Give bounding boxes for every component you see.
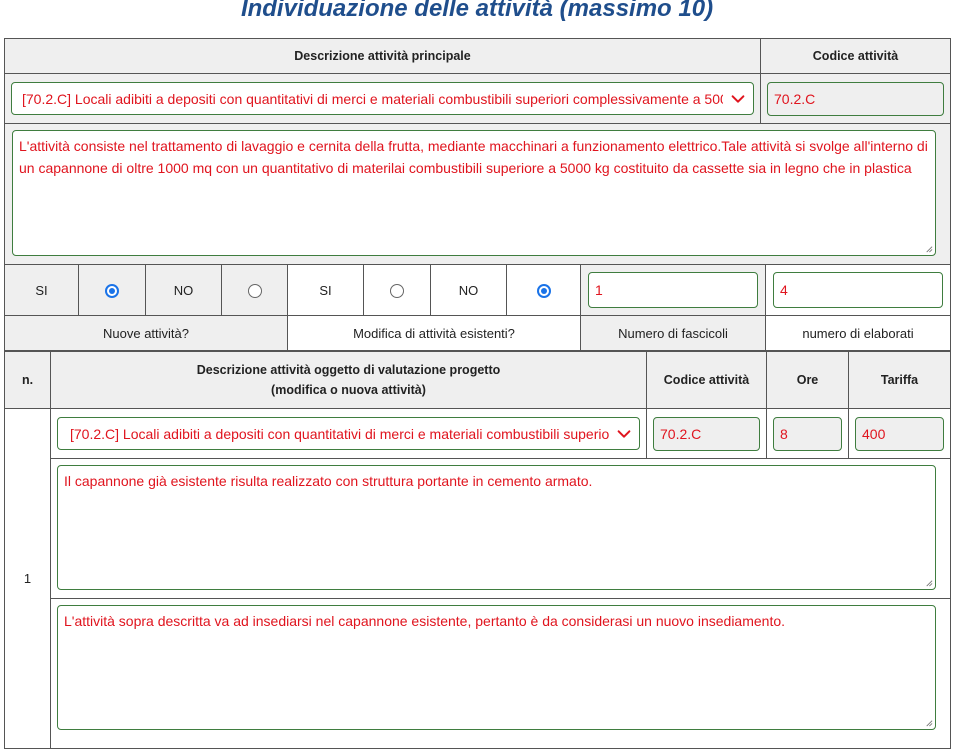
row-description-text-1: Il capannone già esistente risulta reali…	[64, 473, 593, 489]
description-header-line2: (modifica o nuova attività)	[271, 383, 426, 397]
main-activity-table: Descrizione attività principale Codice a…	[4, 38, 951, 265]
row-description-textarea-2[interactable]: L'attività sopra descritta va ad insedia…	[57, 605, 936, 730]
resize-handle-icon[interactable]	[924, 244, 933, 253]
main-description-textarea[interactable]: L'attività consiste nel trattamento di l…	[12, 130, 936, 256]
resize-handle-icon[interactable]	[924, 578, 933, 587]
nuove-no-radio[interactable]	[247, 283, 262, 298]
modifica-si-radio[interactable]	[390, 283, 404, 298]
main-activity-select[interactable]: [70.2.C] Locali adibiti a depositi con q…	[11, 82, 754, 115]
fascicoli-input[interactable]: 1	[588, 272, 758, 308]
main-code-field[interactable]: 70.2.C	[767, 81, 944, 116]
row-number: 1	[4, 408, 51, 749]
row-description-textarea-1[interactable]: Il capannone già esistente risulta reali…	[57, 465, 936, 590]
elaborati-label: numero di elaborati	[765, 315, 951, 351]
page-title: Individuazione delle attività (massimo 1…	[240, 0, 714, 22]
main-activity-select-value: [70.2.C] Locali adibiti a depositi con q…	[22, 90, 723, 107]
nuove-si-radio[interactable]	[105, 283, 119, 298]
chevron-down-icon	[731, 94, 745, 103]
row-fee-field[interactable]: 400	[855, 416, 944, 451]
row-code-value: 70.2.C	[660, 425, 702, 442]
modifica-no-label: NO	[430, 264, 507, 316]
modifica-no-radio[interactable]	[536, 283, 551, 298]
nuove-no-label: NO	[145, 264, 222, 316]
chevron-down-icon	[617, 429, 631, 438]
elaborati-input[interactable]: 4	[773, 272, 943, 308]
row-activity-select-value: [70.2.C] Locali adibiti a depositi con q…	[70, 425, 609, 442]
options-table: SI NO SI NO 1 4 Nuove attività? Modifica…	[4, 264, 951, 351]
row-hours-field[interactable]: 8	[773, 416, 842, 451]
resize-handle-icon[interactable]	[924, 718, 933, 727]
nuove-si-label: SI	[4, 264, 79, 316]
hours-header: Ore	[766, 351, 849, 409]
fee-header: Tariffa	[848, 351, 951, 409]
row-description-text-2: L'attività sopra descritta va ad insedia…	[64, 613, 786, 629]
modifica-attivita-label: Modifica di attività esistenti?	[287, 315, 581, 351]
row-fee-value: 400	[862, 425, 886, 442]
fascicoli-value: 1	[595, 282, 603, 298]
row-activity-select[interactable]: [70.2.C] Locali adibiti a depositi con q…	[57, 417, 640, 450]
main-code-value: 70.2.C	[774, 90, 816, 107]
row-code-field[interactable]: 70.2.C	[653, 416, 760, 451]
main-description-header: Descrizione attività principale	[4, 38, 761, 74]
main-code-header: Codice attività	[760, 38, 951, 74]
project-activities-table: n. Descrizione attività oggetto di valut…	[4, 351, 951, 749]
description-header-line1: Descrizione attività oggetto di valutazi…	[196, 363, 501, 377]
fascicoli-label: Numero di fascicoli	[580, 315, 766, 351]
main-description-text: L'attività consiste nel trattamento di l…	[19, 138, 928, 176]
code-header: Codice attività	[646, 351, 767, 409]
elaborati-value: 4	[780, 282, 788, 298]
nuove-attivita-label: Nuove attività?	[4, 315, 288, 351]
modifica-si-label: SI	[287, 264, 364, 316]
n-header: n.	[4, 351, 51, 409]
row-hours-value: 8	[780, 425, 788, 442]
